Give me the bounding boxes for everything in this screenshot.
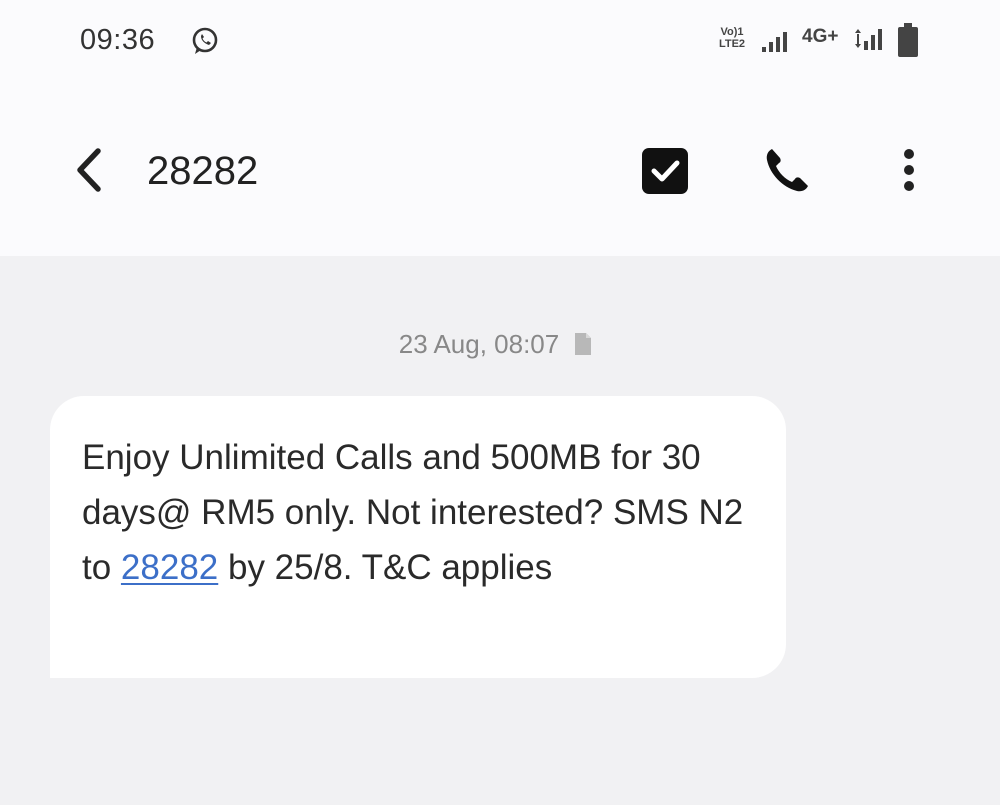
contact-title: 28282 bbox=[147, 149, 259, 193]
back-arrow-icon[interactable] bbox=[70, 145, 110, 195]
volte-line-1: Vo)1 bbox=[720, 26, 744, 38]
whatsapp-icon bbox=[192, 27, 218, 54]
more-vertical-icon[interactable] bbox=[895, 145, 923, 195]
message-text: Enjoy Unlimited Calls and 500MB for 30 d… bbox=[82, 430, 754, 595]
message-date-row: 23 Aug, 08:07 bbox=[0, 326, 1000, 362]
message-text-part-2: by 25/8. T&C applies bbox=[218, 548, 553, 587]
phone-number-link[interactable]: 28282 bbox=[121, 548, 218, 587]
volte-indicator: Vo)1 LTE2 bbox=[712, 26, 752, 50]
signal-icon bbox=[762, 32, 787, 52]
network-type: 4G+ bbox=[802, 26, 839, 47]
status-time: 09:36 bbox=[80, 24, 156, 56]
battery-icon bbox=[898, 23, 918, 57]
message-bubble[interactable]: Enjoy Unlimited Calls and 500MB for 30 d… bbox=[50, 396, 786, 678]
signal-icon bbox=[855, 29, 882, 50]
checkbox-icon[interactable] bbox=[640, 146, 690, 196]
volte-line-2: LTE2 bbox=[718, 38, 746, 50]
message-date: 23 Aug, 08:07 bbox=[398, 328, 560, 359]
phone-icon[interactable] bbox=[760, 143, 816, 199]
document-icon bbox=[575, 333, 592, 355]
status-bar: 09:36 Vo)1 LTE2 4G+ bbox=[0, 0, 1000, 80]
